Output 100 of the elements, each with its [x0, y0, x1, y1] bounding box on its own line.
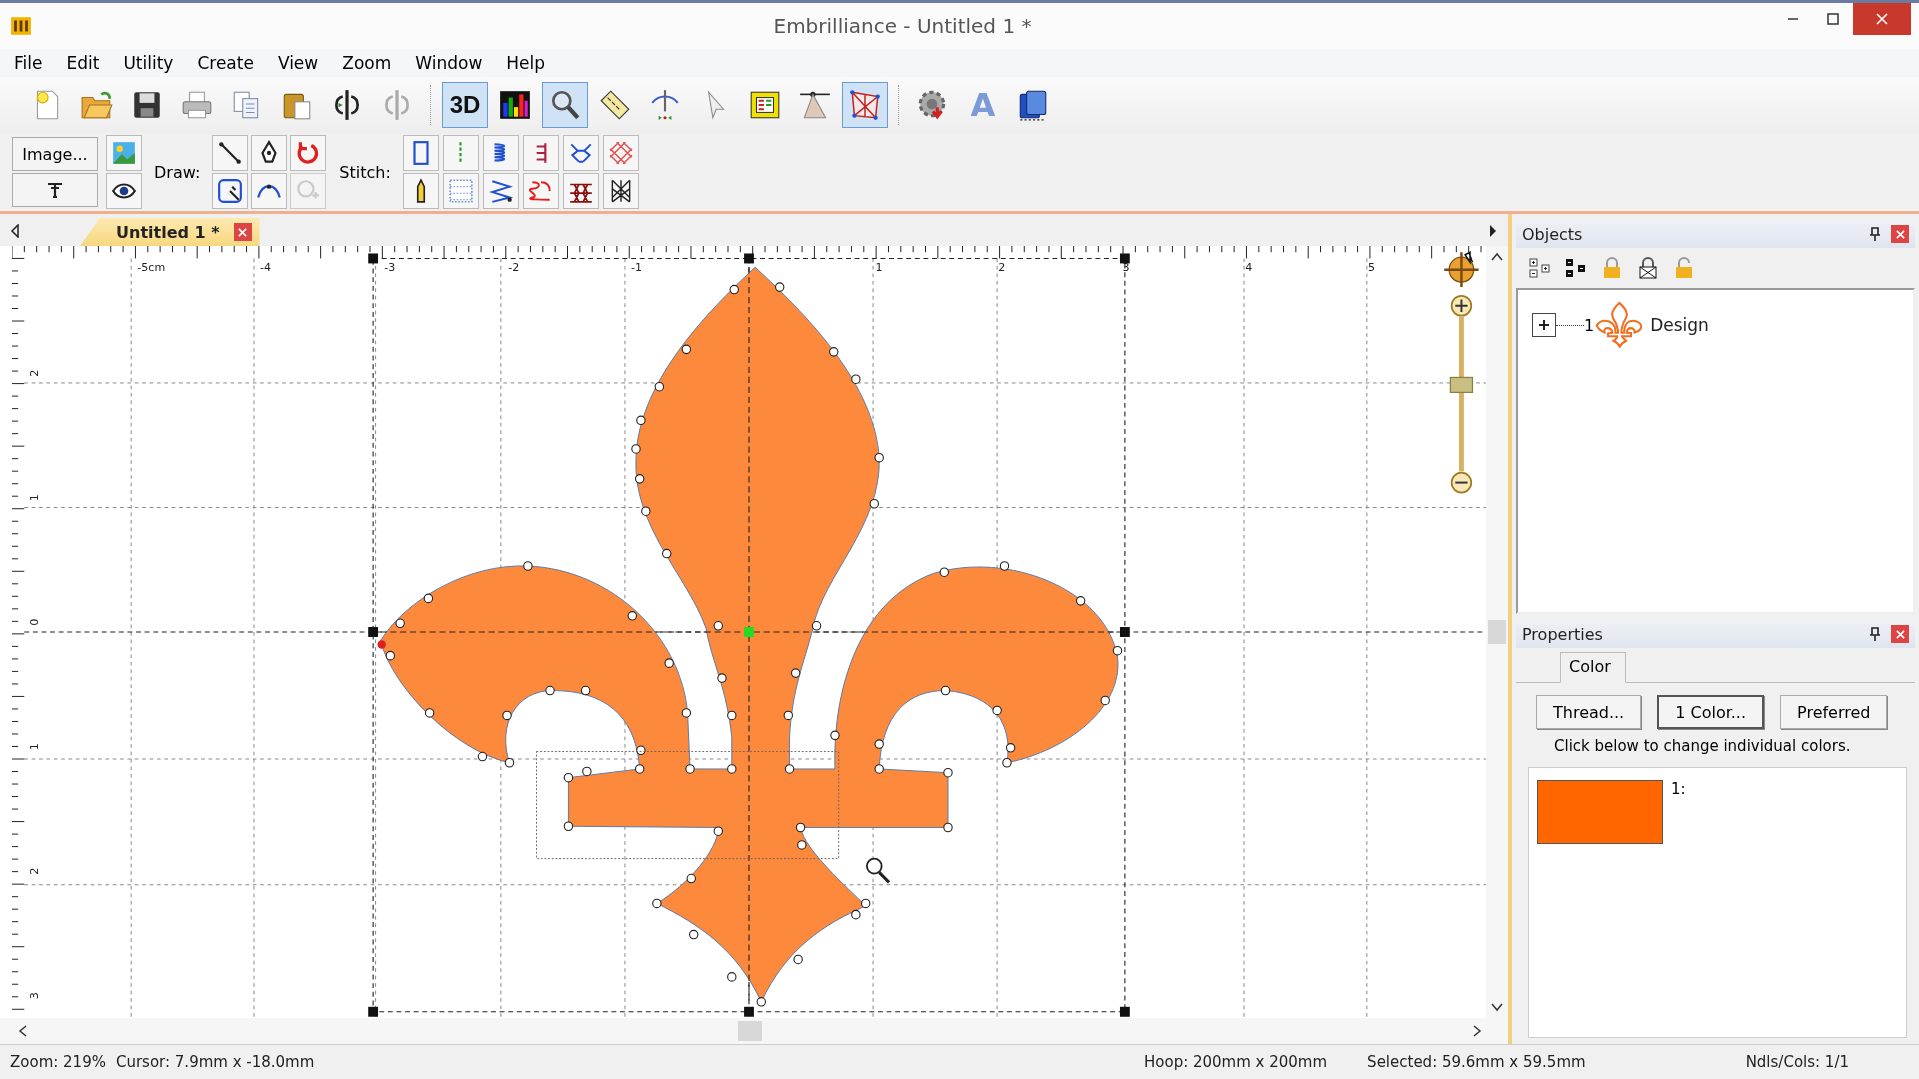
scrollbar-thumb[interactable] — [738, 1021, 762, 1041]
ruler-label: -5cm — [137, 260, 166, 274]
window-title: Embrilliance - Untitled 1 * — [772, 14, 1033, 38]
stitch-tool-button[interactable] — [402, 173, 439, 209]
color-bars-icon — [498, 88, 532, 122]
menu-item[interactable]: Window — [415, 53, 483, 73]
ruler-label: 2 — [27, 369, 41, 377]
fleur-de-lis-icon — [1596, 302, 1643, 348]
eye-tool-button[interactable] — [106, 173, 142, 209]
menu-item[interactable]: Edit — [66, 53, 100, 73]
ruler-label: 1 — [27, 494, 41, 502]
menu-item[interactable]: File — [14, 53, 43, 73]
ruler-label: -2 — [508, 260, 520, 274]
ruler-label: 3 — [1122, 260, 1130, 274]
circle-arrow-tool-button[interactable] — [290, 135, 327, 171]
zoom-in-icon[interactable] — [1450, 294, 1473, 317]
picture-icon — [111, 140, 137, 166]
lasso-tool-button[interactable] — [212, 173, 249, 209]
scrollbar-thumb[interactable] — [1488, 620, 1506, 644]
item-number: 1 — [1584, 315, 1595, 335]
stitch-tool-button[interactable] — [562, 135, 599, 171]
text-tool-button[interactable] — [12, 173, 98, 207]
dotted-fill-icon — [447, 178, 474, 204]
ruler-label: 2 — [998, 260, 1006, 274]
stitch-tool-button[interactable] — [522, 135, 559, 171]
curve-tool-button[interactable] — [251, 173, 288, 209]
needles-status: Ndls/Cols: 1/1 — [1745, 1053, 1849, 1071]
plus-icon — [1537, 318, 1551, 332]
compass-icon[interactable] — [1443, 251, 1480, 289]
zoom-out-icon[interactable] — [1450, 471, 1473, 494]
line-tool-button[interactable] — [212, 135, 249, 171]
properties-button[interactable]: Thread... — [1536, 695, 1642, 729]
vertical-scrollbar[interactable] — [1486, 246, 1508, 1018]
text-tool-icon — [46, 181, 64, 199]
panel-title: Objects — [1522, 224, 1584, 244]
menu-item[interactable]: Create — [197, 53, 254, 73]
tab-label: Untitled 1 * — [116, 222, 220, 242]
menu-item[interactable]: View — [277, 53, 319, 73]
cursor-status: Cursor: 7.9mm x -18.0mm — [115, 1053, 315, 1071]
expand-toggle[interactable] — [1532, 313, 1556, 337]
stitch-tool-button[interactable] — [602, 173, 639, 209]
zoom-status: Zoom: 219% — [10, 1053, 106, 1071]
app-logo-icon — [10, 15, 32, 37]
horizontal-scrollbar[interactable] — [0, 1018, 1508, 1044]
crossed-lock-icon[interactable] — [1636, 256, 1660, 280]
pin-icon[interactable] — [1869, 227, 1881, 241]
expand-all-icon[interactable] — [1528, 256, 1552, 280]
ruler-label: 2 — [27, 867, 41, 875]
close-panel-button[interactable] — [1891, 625, 1909, 643]
squiggle-icon — [527, 178, 554, 204]
stitch-tool-button[interactable] — [402, 135, 439, 171]
hoop-status: Hoop: 200mm x 200mm — [1144, 1053, 1328, 1071]
scroll-right-icon[interactable] — [1488, 224, 1498, 238]
panel-title: Properties — [1522, 624, 1604, 644]
ruler-icon — [598, 88, 632, 122]
menu-item[interactable]: Utility — [123, 53, 174, 73]
ruler-label: 4 — [1245, 260, 1253, 274]
close-icon — [238, 227, 248, 237]
close-icon — [1895, 629, 1905, 639]
ruler-label: -4 — [260, 260, 272, 274]
menu-item[interactable]: Zoom — [342, 53, 392, 73]
collapse-all-icon[interactable] — [1564, 256, 1588, 280]
color-number: 1: — [1671, 780, 1686, 798]
scroll-left-icon[interactable] — [10, 224, 20, 238]
stitch-tool-button[interactable] — [482, 173, 519, 209]
menu-item[interactable]: Help — [506, 53, 546, 73]
properties-button[interactable]: 1 Color... — [1657, 695, 1765, 729]
toolbar-button[interactable] — [542, 82, 588, 128]
stitch-label: Stitch: — [339, 162, 391, 182]
zoom-slider-thumb[interactable] — [1449, 376, 1474, 393]
ruler-label: 1 — [27, 743, 41, 751]
ruler-label: 3 — [27, 992, 41, 1000]
close-button[interactable] — [1853, 3, 1911, 35]
properties-button[interactable]: Preferred — [1780, 695, 1888, 729]
selection-icon — [217, 178, 244, 204]
toolbar-button[interactable]: 3D — [442, 82, 488, 128]
color-swatch[interactable] — [1537, 780, 1663, 844]
zoom-slider[interactable] — [1449, 316, 1474, 472]
stitch-tool-button[interactable] — [562, 173, 599, 209]
pin-icon[interactable] — [1869, 627, 1881, 641]
document-tab[interactable]: Untitled 1 * — [80, 218, 260, 246]
ruler-label: 1 — [875, 260, 883, 274]
stitch-tool-button[interactable] — [482, 135, 519, 171]
mesh-icon — [848, 88, 882, 122]
close-tab-button[interactable] — [233, 223, 252, 241]
close-icon — [1876, 13, 1888, 25]
ruler-label: 0 — [27, 618, 41, 626]
close-icon — [1895, 229, 1905, 239]
image-button[interactable]: Image... — [12, 137, 98, 171]
pen-tool-button[interactable] — [251, 135, 288, 171]
hint-text: Click below to change individual colors. — [1553, 736, 1852, 755]
start-point[interactable] — [377, 640, 386, 649]
close-panel-button[interactable] — [1891, 225, 1909, 243]
ruler-label: 5 — [1368, 260, 1376, 274]
maximize-icon — [1827, 13, 1839, 25]
properties-tab[interactable]: Color — [1560, 652, 1626, 683]
tree-item[interactable]: Design — [1650, 315, 1709, 335]
ruler-label: -1 — [631, 260, 643, 274]
minimize-icon — [1787, 18, 1799, 20]
magnifier-cursor-icon — [866, 857, 891, 884]
